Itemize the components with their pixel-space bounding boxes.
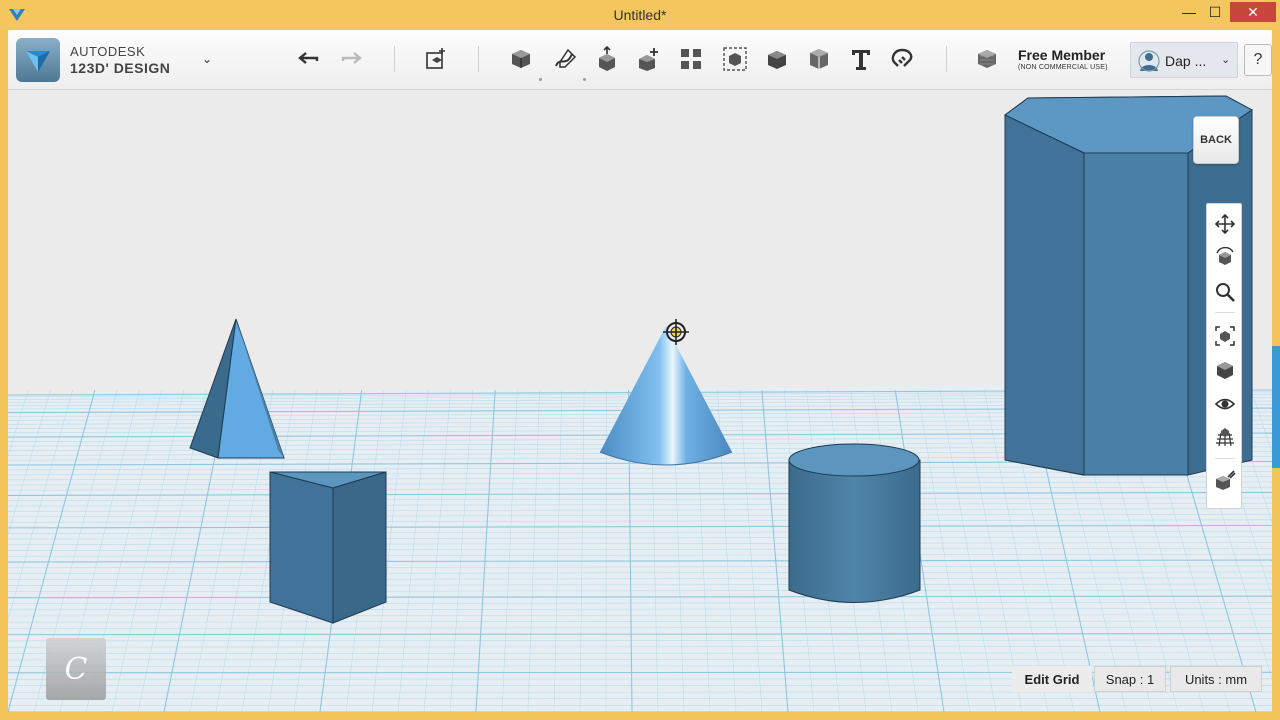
member-license: (NON COMMERCIAL USE) xyxy=(1018,64,1108,71)
text-button[interactable] xyxy=(844,42,878,76)
redo-icon xyxy=(341,52,362,64)
zoom-icon xyxy=(1216,283,1235,302)
main-toolbar: AUTODESK 123D' DESIGN ⌄ Free Member (NON… xyxy=(8,30,1272,90)
new-object-icon xyxy=(426,48,445,69)
scene-canvas[interactable] xyxy=(8,90,1272,712)
materials-button[interactable] xyxy=(970,42,1004,76)
member-status: Free Member xyxy=(1018,47,1106,63)
pattern-button[interactable] xyxy=(674,42,708,76)
status-bar: Edit Grid Snap : 1 Units : mm xyxy=(1012,666,1262,692)
app-menu-logo[interactable] xyxy=(16,38,60,82)
snap-button[interactable] xyxy=(886,42,920,76)
material-view-icon xyxy=(1216,470,1236,490)
scroll-accent xyxy=(1272,346,1280,468)
zoom-button[interactable] xyxy=(1211,278,1239,306)
app-menu-chevron-icon[interactable]: ⌄ xyxy=(202,52,212,66)
measure-button[interactable] xyxy=(802,42,836,76)
pyramid-object[interactable] xyxy=(189,318,285,459)
grid-button[interactable] xyxy=(1211,424,1239,452)
cylinder-object[interactable] xyxy=(788,443,921,603)
units-setting[interactable]: Units : mm xyxy=(1170,666,1262,692)
123d-logo-icon xyxy=(26,51,50,72)
view-cube-button[interactable] xyxy=(1211,356,1239,384)
toolbar-divider xyxy=(478,46,479,72)
visibility-icon xyxy=(1214,398,1236,410)
orbit-button[interactable] xyxy=(1211,244,1239,272)
profile-name: Dap ... xyxy=(1165,53,1207,69)
profile-dropdown[interactable]: Dap ... ⌄ xyxy=(1130,42,1238,78)
close-button[interactable]: ✕ xyxy=(1230,2,1276,22)
toolbar-divider xyxy=(946,46,947,72)
brand-product: 123D' DESIGN xyxy=(70,60,171,76)
prism-object[interactable] xyxy=(269,471,387,624)
visibility-button[interactable] xyxy=(1211,390,1239,418)
snap-icon xyxy=(891,48,913,67)
profile-chevron-icon: ⌄ xyxy=(1221,54,1231,66)
navigation-bar xyxy=(1206,203,1242,509)
pan-icon xyxy=(1214,213,1236,235)
window-title: Untitled* xyxy=(613,7,667,23)
new-object-button[interactable] xyxy=(420,42,454,76)
sketch-button[interactable] xyxy=(548,42,582,76)
title-bar: Untitled* — ☐ ✕ xyxy=(0,0,1280,30)
view-cube-icon xyxy=(1217,362,1233,379)
construct-button[interactable] xyxy=(590,42,624,76)
pan-button[interactable] xyxy=(1211,210,1239,238)
watermark-logo-icon: C xyxy=(46,638,106,700)
fit-button[interactable] xyxy=(1211,322,1239,350)
redo-button[interactable] xyxy=(334,42,368,76)
grouping-button[interactable] xyxy=(718,42,752,76)
construct-icon xyxy=(599,46,615,71)
view-cube-back[interactable]: BACK xyxy=(1193,116,1239,164)
edit-grid-button[interactable]: Edit Grid xyxy=(1012,666,1092,692)
toolbar-divider xyxy=(394,46,395,72)
nav-divider xyxy=(1215,458,1235,459)
sketch-icon xyxy=(555,48,577,68)
help-button[interactable]: ? xyxy=(1244,44,1272,76)
modify-button[interactable] xyxy=(632,42,666,76)
nav-divider xyxy=(1215,312,1235,313)
materials-icon xyxy=(978,50,996,68)
measure-icon xyxy=(810,49,828,69)
pattern-icon xyxy=(681,49,701,69)
undo-icon xyxy=(298,52,319,64)
orbit-icon xyxy=(1216,247,1234,265)
text-icon xyxy=(852,50,870,70)
combine-button[interactable] xyxy=(760,42,794,76)
app-window: Untitled* — ☐ ✕ AUTODESK 123D' DESIGN ⌄ xyxy=(0,0,1280,720)
maximize-button[interactable]: ☐ xyxy=(1198,0,1232,24)
user-avatar-icon xyxy=(1138,50,1160,72)
fit-icon xyxy=(1215,326,1235,346)
dropdown-indicator xyxy=(583,78,586,81)
undo-button[interactable] xyxy=(292,42,326,76)
snap-setting[interactable]: Snap : 1 xyxy=(1094,666,1166,692)
primitives-button[interactable] xyxy=(504,42,538,76)
dropdown-indicator xyxy=(539,78,542,81)
brand-company: AUTODESK xyxy=(70,44,146,59)
grid-icon xyxy=(1216,428,1234,447)
primitives-icon xyxy=(512,50,530,68)
material-view-button[interactable] xyxy=(1211,466,1239,494)
modify-icon xyxy=(639,48,658,71)
3d-viewport[interactable]: BACK C Edit Grid Snap: 1 Units: mm xyxy=(8,90,1272,712)
combine-icon xyxy=(768,51,786,69)
grouping-icon xyxy=(723,47,747,71)
